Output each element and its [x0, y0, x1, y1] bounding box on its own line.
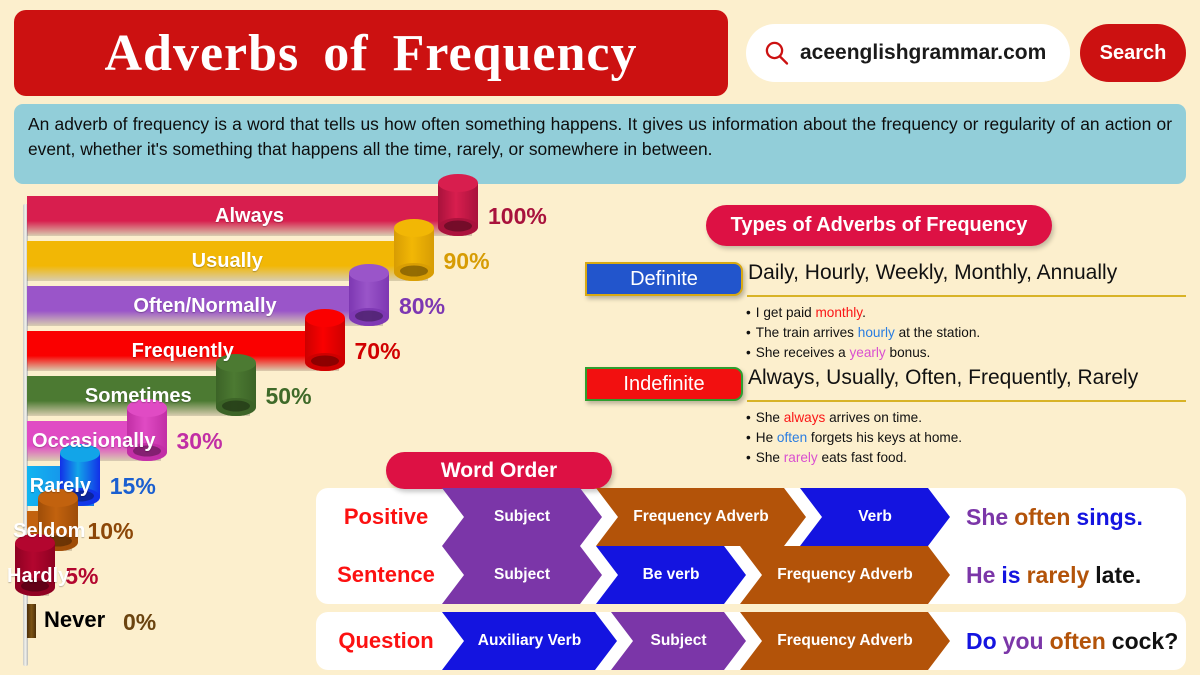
highlighted-adverb: hourly: [857, 325, 895, 340]
search-input-value: aceenglishgrammar.com: [800, 41, 1047, 64]
word-order-kind-label: Sentence: [337, 562, 435, 587]
bar-label: Seldom: [13, 519, 86, 542]
example-word: you: [1002, 627, 1044, 654]
bar-label: Rarely: [29, 474, 91, 497]
example-word: late.: [1095, 561, 1142, 588]
type-word-list: Always, Usually, Often, Frequently, Rare…: [748, 366, 1139, 389]
example-word: is: [1001, 561, 1021, 588]
bar-value-label: 80%: [399, 293, 446, 319]
bar-label: Often/Normally: [133, 294, 277, 317]
bar-cylinder-cap: [215, 354, 256, 416]
word-order-kind-label: Question: [338, 628, 434, 653]
types-heading: Types of Adverbs of Frequency: [706, 205, 1052, 246]
word-order-heading: Word Order: [386, 452, 612, 489]
highlighted-adverb: monthly: [815, 305, 863, 320]
bar-label: Never: [44, 607, 106, 632]
bar-label: Always: [215, 204, 284, 227]
type-group-header: Definite Daily, Hourly, Weekly, Monthly, …: [585, 261, 1186, 297]
bar-label: Occasionally: [32, 429, 156, 452]
word-order-kind-label: Positive: [343, 504, 429, 529]
bar-value-label: 100%: [488, 203, 547, 229]
type-examples: She always arrives on time.He often forg…: [585, 408, 1186, 468]
word-order-step: Be verb: [596, 546, 746, 604]
bar-value-label: 15%: [109, 473, 156, 499]
type-divider: [747, 295, 1186, 297]
type-group-definite: Definite Daily, Hourly, Weekly, Monthly, …: [585, 261, 1186, 363]
bar-value-label: 0%: [123, 609, 157, 635]
page-title: Adverbs of Frequency: [104, 24, 638, 82]
bar-value-label: 30%: [176, 428, 223, 454]
bar-label: Usually: [191, 249, 263, 272]
search-icon: [765, 41, 789, 65]
bar-value-label: 50%: [265, 383, 312, 409]
page-header: Adverbs of Frequency aceenglishgrammar.c…: [14, 10, 1186, 96]
type-group-indefinite: Indefinite Always, Usually, Often, Freque…: [585, 366, 1186, 468]
bar-frequently: Frequently: [27, 331, 339, 371]
type-word-list: Daily, Hourly, Weekly, Monthly, Annually: [748, 261, 1118, 284]
word-order-step: Subject: [442, 546, 602, 604]
word-order-example: Do you often cock?: [966, 612, 1184, 670]
example-word: He: [966, 561, 996, 588]
type-examples: I get paid monthly.The train arrives hou…: [585, 303, 1186, 363]
example-sentence: She always arrives on time.: [746, 408, 1186, 428]
word-order-step: Subject: [442, 488, 602, 546]
type-tag-indefinite: Indefinite: [585, 367, 743, 401]
example-word: cock?: [1111, 627, 1179, 654]
word-order-step: Verb: [800, 488, 950, 546]
word-order-step: Frequency Adverb: [740, 546, 950, 604]
highlighted-adverb: often: [776, 430, 808, 445]
word-order-row-positive: Positive Subject Frequency Adverb Verb She of…: [316, 488, 1186, 546]
type-divider: [747, 400, 1186, 402]
bar-label: Hardly: [7, 564, 70, 587]
bar-value-label: 90%: [443, 248, 490, 274]
bar-value-label: 5%: [65, 563, 99, 589]
example-sentence: She receives a yearly bonus.: [746, 343, 1186, 363]
search-input[interactable]: aceenglishgrammar.com: [746, 24, 1070, 82]
word-order-step: Frequency Adverb: [740, 612, 950, 670]
example-word: She: [966, 503, 1009, 530]
highlighted-adverb: yearly: [849, 345, 886, 360]
example-sentence: The train arrives hourly at the station.: [746, 323, 1186, 343]
bar-never: [27, 604, 36, 638]
bar-label: Frequently: [131, 339, 234, 362]
example-sentence: He often forgets his keys at home.: [746, 428, 1186, 448]
bar-cylinder-cap: [304, 309, 345, 371]
highlighted-adverb: always: [783, 410, 826, 425]
word-order-row-question: Question Auxiliary Verb Subject Frequency A…: [316, 612, 1186, 670]
example-word: Do: [966, 627, 997, 654]
word-order-row-sentence: Sentence Subject Be verb Frequency Adverb He…: [316, 546, 1186, 604]
bar-cylinder-cap: [393, 219, 434, 281]
example-word: often: [1049, 627, 1106, 654]
example-sentence: I get paid monthly.: [746, 303, 1186, 323]
example-word: rarely: [1026, 561, 1090, 588]
word-order-step: Frequency Adverb: [596, 488, 806, 546]
bar-value-label: 10%: [87, 518, 134, 544]
highlighted-adverb: rarely: [783, 450, 818, 465]
word-order-step: Auxiliary Verb: [442, 612, 617, 670]
example-word: sings.: [1076, 503, 1143, 530]
type-tag-definite: Definite: [585, 262, 743, 296]
search-bar: aceenglishgrammar.com Search: [746, 24, 1186, 82]
type-group-header: Indefinite Always, Usually, Often, Freque…: [585, 366, 1186, 402]
search-button[interactable]: Search: [1080, 24, 1186, 82]
example-word: often: [1014, 503, 1071, 530]
bar-value-label: 70%: [354, 338, 401, 364]
word-order-example: He is rarely late.: [966, 546, 1147, 604]
word-order-step: Subject: [611, 612, 746, 670]
example-sentence: She rarely eats fast food.: [746, 448, 1186, 468]
bar-cylinder-cap: [438, 174, 478, 236]
word-order-example: She often sings.: [966, 488, 1149, 546]
bar-cylinder-cap: [349, 264, 389, 326]
definition-panel: An adverb of frequency is a word that te…: [14, 104, 1186, 184]
bar-label: Sometimes: [84, 384, 192, 407]
page-title-box: Adverbs of Frequency: [14, 10, 728, 96]
